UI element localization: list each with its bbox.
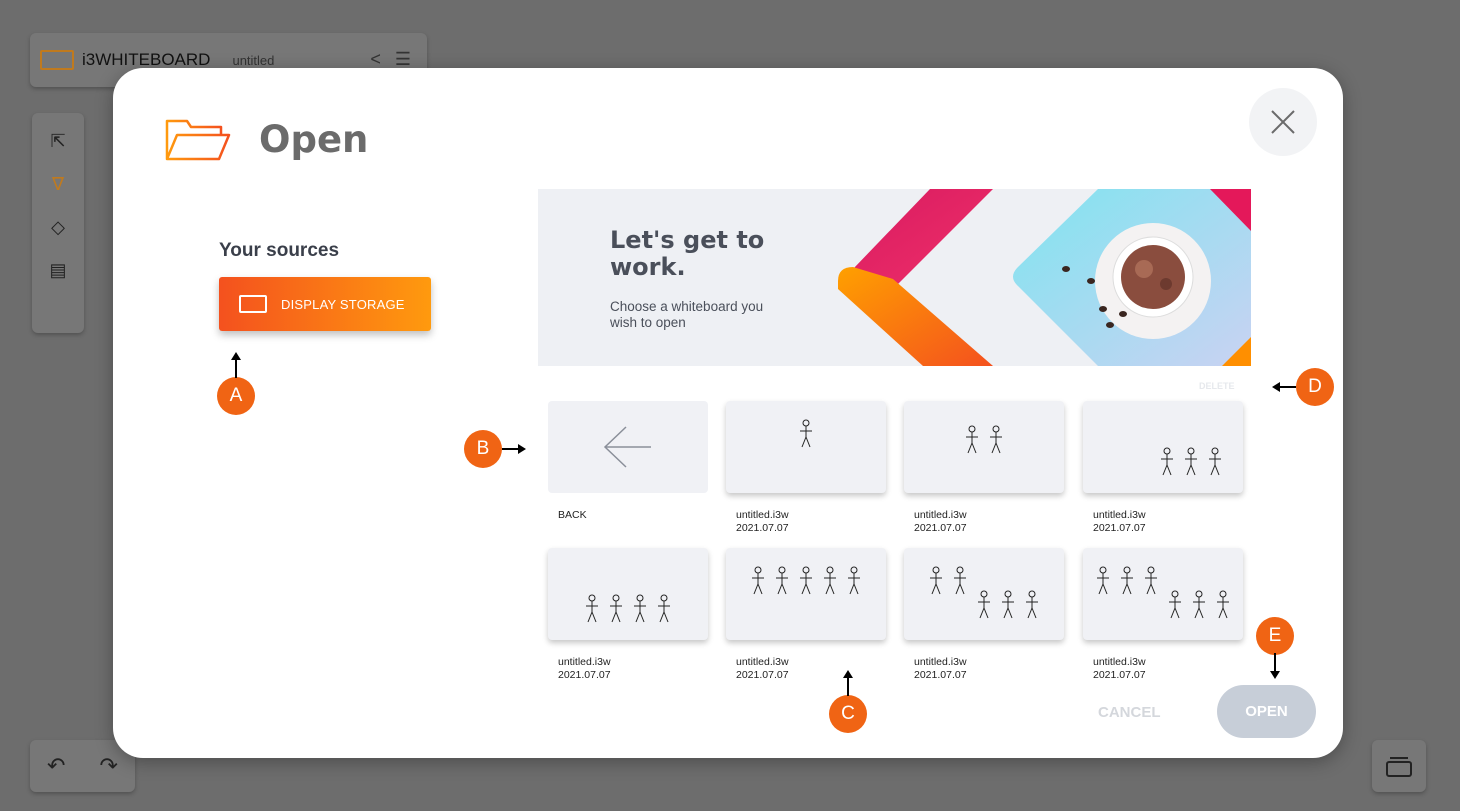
document-name[interactable]: untitled (232, 53, 274, 68)
stick-figure (848, 566, 860, 595)
file-date: 2021.07.07 (558, 669, 611, 681)
file-tile[interactable]: untitled.i3w 2021.07.07 (1083, 548, 1243, 682)
file-thumbnail[interactable] (726, 548, 886, 640)
banner-text: Choose a whiteboard you wish to open (610, 299, 764, 330)
arrow-left-icon (603, 426, 651, 468)
file-tile[interactable]: untitled.i3w 2021.07.07 (548, 548, 708, 682)
pen-tool-icon[interactable]: ∇ (52, 174, 64, 195)
display-icon (239, 295, 267, 313)
stick-figure (776, 566, 788, 595)
menu-icon[interactable]: ☰ (395, 49, 411, 70)
layers-button[interactable] (1372, 740, 1426, 792)
select-tool-icon[interactable]: ⇱ (50, 131, 65, 152)
close-button[interactable] (1249, 88, 1317, 156)
undo-redo-bar: ↶ ↷ (30, 740, 135, 792)
app-logo-icon (40, 50, 74, 70)
display-storage-label: DISPLAY STORAGE (281, 296, 405, 312)
marker-b: B (464, 430, 502, 468)
file-thumbnail[interactable] (548, 548, 708, 640)
undo-icon[interactable]: ↶ (47, 753, 65, 779)
cancel-button[interactable]: CANCEL (1098, 704, 1161, 721)
marker-c: C (829, 695, 867, 733)
folder-icon (165, 119, 231, 160)
stick-figure (978, 590, 990, 619)
stick-figure (1185, 447, 1197, 476)
marker-d: D (1296, 368, 1334, 406)
display-storage-button[interactable]: DISPLAY STORAGE (219, 277, 431, 331)
stick-figure (1169, 590, 1181, 619)
redo-icon[interactable]: ↷ (100, 753, 118, 779)
stick-figure (1121, 566, 1133, 595)
present-tool-icon[interactable]: ▤ (49, 260, 66, 281)
file-thumbnail[interactable] (904, 548, 1064, 640)
file-date: 2021.07.07 (914, 522, 967, 534)
arrow-up-icon (231, 352, 241, 378)
file-date: 2021.07.07 (736, 522, 789, 534)
file-date: 2021.07.07 (1093, 669, 1146, 681)
file-name: untitled.i3w (1093, 509, 1146, 521)
file-name: untitled.i3w (914, 509, 967, 521)
file-thumbnail[interactable] (904, 401, 1064, 493)
stick-figure (1161, 447, 1173, 476)
banner-heading: Let's get to work. (610, 226, 765, 281)
stick-figure (1193, 590, 1205, 619)
stick-figure (586, 594, 598, 623)
open-button[interactable]: OPEN (1217, 685, 1316, 738)
stick-figure (930, 566, 942, 595)
stick-figure (1145, 566, 1157, 595)
file-name: untitled.i3w (1093, 656, 1146, 668)
file-tile[interactable]: untitled.i3w 2021.07.07 (1083, 401, 1243, 535)
back-tile[interactable]: BACK (548, 401, 708, 521)
file-name: untitled.i3w (736, 509, 789, 521)
stick-figure (954, 566, 966, 595)
stick-figure (824, 566, 836, 595)
arrow-up-icon (843, 670, 853, 696)
marker-a: A (217, 377, 255, 415)
file-tile[interactable]: untitled.i3w 2021.07.07 (904, 548, 1064, 682)
file-thumbnail[interactable] (1083, 548, 1243, 640)
file-date: 2021.07.07 (736, 669, 789, 681)
welcome-banner: Let's get to work. Choose a whiteboard y… (538, 189, 1251, 366)
back-label: BACK (558, 509, 587, 521)
sources-heading: Your sources (219, 240, 340, 261)
stick-figure (658, 594, 670, 623)
open-dialog: Open Your sources DISPLAY STORAGE Let's … (113, 68, 1343, 758)
stick-figure (634, 594, 646, 623)
back-thumbnail[interactable] (548, 401, 708, 493)
marker-e: E (1256, 617, 1294, 655)
stick-figure (1097, 566, 1109, 595)
close-icon (1271, 110, 1295, 134)
file-tile[interactable]: untitled.i3w 2021.07.07 (726, 401, 886, 535)
arrow-left-icon (1272, 382, 1296, 392)
share-icon[interactable]: < (370, 49, 381, 70)
file-date: 2021.07.07 (1093, 522, 1146, 534)
arrow-right-icon (502, 444, 526, 454)
stick-figure (800, 566, 812, 595)
stick-figure (1026, 590, 1038, 619)
file-name: untitled.i3w (736, 656, 789, 668)
file-thumbnail[interactable] (726, 401, 886, 493)
stick-figure (966, 425, 978, 454)
stick-figure (752, 566, 764, 595)
file-name: untitled.i3w (914, 656, 967, 668)
arrow-down-icon (1270, 653, 1280, 679)
stick-figure (1209, 447, 1221, 476)
stick-figure (990, 425, 1002, 454)
file-date: 2021.07.07 (914, 669, 967, 681)
file-tile[interactable]: untitled.i3w 2021.07.07 (904, 401, 1064, 535)
layers-icon (1386, 757, 1412, 777)
tool-palette: ⇱ ∇ ◇ ▤ (32, 113, 84, 333)
dialog-title: Open (259, 118, 369, 161)
file-thumbnail[interactable] (1083, 401, 1243, 493)
stick-figure (610, 594, 622, 623)
eraser-tool-icon[interactable]: ◇ (51, 217, 65, 238)
file-name: untitled.i3w (558, 656, 611, 668)
file-tile[interactable]: untitled.i3w 2021.07.07 (726, 548, 886, 682)
stick-figure (800, 419, 812, 448)
app-name: i3WHITEBOARD (82, 50, 211, 69)
stick-figure (1002, 590, 1014, 619)
delete-button[interactable]: DELETE (1199, 381, 1235, 391)
stick-figure (1217, 590, 1229, 619)
